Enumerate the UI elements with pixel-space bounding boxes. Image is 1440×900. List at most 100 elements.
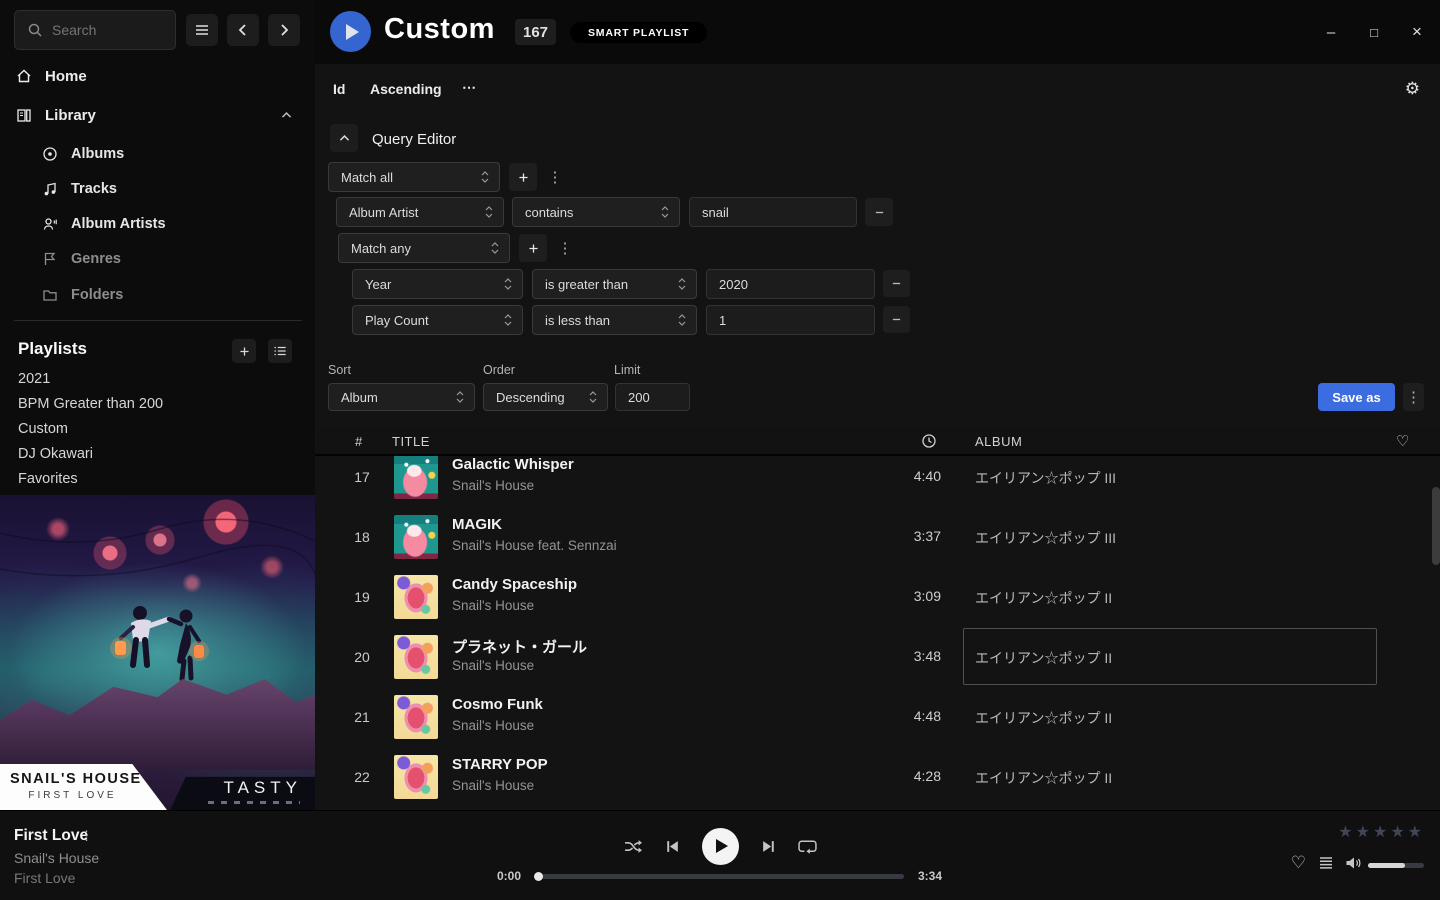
now-playing-menu-button[interactable]: ⋮ bbox=[80, 828, 93, 844]
seek-handle[interactable] bbox=[534, 872, 543, 881]
sort-direction-button[interactable]: Ascending bbox=[370, 81, 442, 97]
track-album[interactable]: エイリアン☆ポップ III bbox=[975, 468, 1116, 488]
track-artist[interactable]: Snail's House bbox=[452, 778, 534, 793]
star-icon[interactable]: ★ bbox=[1356, 824, 1373, 841]
duration-clock-icon[interactable] bbox=[921, 433, 937, 449]
favorite-heart-icon[interactable]: ♡ bbox=[1396, 432, 1410, 450]
group-rule1-field-select[interactable]: Year bbox=[352, 269, 523, 299]
now-playing-album[interactable]: First Love bbox=[14, 870, 75, 886]
rule-group-menu-button[interactable]: ⋮ bbox=[547, 163, 563, 191]
track-artist[interactable]: Snail's House bbox=[452, 718, 534, 733]
now-playing-cover-art[interactable]: SNAIL'S HOUSE FIRST LOVE TASTY bbox=[0, 495, 315, 810]
limit-input[interactable] bbox=[615, 383, 690, 411]
table-row[interactable]: 17 Galactic Whisper Snail's House 4:40 エ… bbox=[315, 456, 1440, 507]
order-select[interactable]: Descending bbox=[483, 383, 608, 411]
column-index[interactable]: # bbox=[355, 434, 363, 449]
more-options-button[interactable]: ⋯ bbox=[462, 79, 476, 96]
scrollbar-thumb[interactable] bbox=[1432, 487, 1440, 565]
volume-slider[interactable] bbox=[1368, 863, 1424, 868]
playlist-item[interactable]: Favorites bbox=[18, 471, 298, 493]
group-add-rule-button[interactable] bbox=[519, 234, 547, 262]
column-album[interactable]: ALBUM bbox=[975, 434, 1022, 449]
track-artist[interactable]: Snail's House feat. Sennzai bbox=[452, 538, 617, 553]
search-input[interactable] bbox=[52, 22, 163, 38]
playlist-list-button[interactable] bbox=[268, 339, 292, 363]
sort-field-button[interactable]: Id bbox=[333, 81, 345, 97]
sidebar-item-tracks[interactable]: Tracks bbox=[0, 174, 315, 204]
close-button[interactable]: × bbox=[1406, 21, 1428, 43]
track-album[interactable]: エイリアン☆ポップ II bbox=[975, 648, 1112, 668]
play-pause-button[interactable] bbox=[702, 828, 739, 865]
add-playlist-button[interactable] bbox=[232, 339, 256, 363]
track-album[interactable]: エイリアン☆ポップ III bbox=[975, 528, 1116, 548]
now-playing-title[interactable]: First Love bbox=[14, 827, 88, 845]
rule1-value-input[interactable] bbox=[689, 197, 857, 227]
chevron-up-icon[interactable] bbox=[280, 109, 293, 122]
gear-icon[interactable]: ⚙ bbox=[1405, 79, 1420, 99]
star-icon[interactable]: ★ bbox=[1408, 824, 1425, 841]
volume-mute-button[interactable] bbox=[1345, 856, 1363, 875]
group-rule1-remove-button[interactable] bbox=[883, 270, 910, 297]
rule1-remove-button[interactable] bbox=[865, 198, 893, 226]
group-rule2-remove-button[interactable] bbox=[883, 306, 910, 333]
minimize-button[interactable]: – bbox=[1320, 21, 1342, 43]
table-row[interactable]: 19 Candy Spaceship Snail's House 3:09 エイ… bbox=[315, 567, 1440, 627]
track-album[interactable]: エイリアン☆ポップ II bbox=[975, 768, 1112, 788]
table-row[interactable]: 21 Cosmo Funk Snail's House 4:48 エイリアン☆ポ… bbox=[315, 687, 1440, 747]
playlist-item[interactable]: Custom bbox=[18, 421, 298, 443]
back-button[interactable] bbox=[227, 14, 259, 46]
star-icon[interactable]: ★ bbox=[1373, 824, 1390, 841]
track-artist[interactable]: Snail's House bbox=[452, 478, 534, 493]
track-artist[interactable]: Snail's House bbox=[452, 598, 534, 613]
sidebar-item-home[interactable]: Home bbox=[0, 61, 315, 91]
maximize-button[interactable]: □ bbox=[1363, 21, 1385, 43]
menu-button[interactable] bbox=[186, 14, 218, 46]
search-box[interactable] bbox=[14, 10, 176, 50]
track-album[interactable]: エイリアン☆ポップ II bbox=[975, 708, 1112, 728]
play-playlist-button[interactable] bbox=[330, 11, 371, 52]
star-icon[interactable]: ★ bbox=[1338, 824, 1355, 841]
group-combinator-select[interactable]: Match any bbox=[338, 233, 510, 263]
group-rule2-field-select[interactable]: Play Count bbox=[352, 305, 523, 335]
playlist-item[interactable]: BPM Greater than 200 bbox=[18, 396, 298, 418]
playlist-item[interactable]: 2021 bbox=[18, 371, 298, 393]
group-rule1-value-input[interactable] bbox=[706, 269, 875, 299]
favorite-button[interactable]: ♡ bbox=[1291, 853, 1306, 873]
table-row[interactable]: 20 プラネット・ガール Snail's House 3:48 エイリアン☆ポッ… bbox=[315, 627, 1440, 687]
seek-bar[interactable] bbox=[536, 874, 904, 879]
table-row[interactable]: 18 MAGIK Snail's House feat. Sennzai 3:3… bbox=[315, 507, 1440, 567]
rating-stars[interactable]: ★★★★★ bbox=[1338, 822, 1425, 842]
group-rule2-operator-select[interactable]: is less than bbox=[532, 305, 697, 335]
now-playing-artist[interactable]: Snail's House bbox=[14, 850, 99, 866]
table-row[interactable]: 22 STARRY POP Snail's House 4:28 エイリアン☆ポ… bbox=[315, 747, 1440, 807]
sidebar-item-album-artists[interactable]: Album Artists bbox=[0, 209, 315, 239]
column-title[interactable]: TITLE bbox=[392, 434, 430, 449]
root-combinator-select[interactable]: Match all bbox=[328, 162, 500, 192]
add-rule-button[interactable] bbox=[509, 163, 537, 191]
sidebar-item-folders[interactable]: Folders bbox=[0, 280, 315, 310]
forward-button[interactable] bbox=[268, 14, 300, 46]
track-duration: 3:09 bbox=[881, 588, 941, 604]
group-menu-button[interactable]: ⋮ bbox=[557, 234, 573, 262]
queue-button[interactable] bbox=[1318, 856, 1334, 875]
star-icon[interactable]: ★ bbox=[1390, 824, 1407, 841]
previous-button[interactable] bbox=[665, 839, 680, 854]
query-editor-collapse-button[interactable] bbox=[330, 124, 358, 152]
rule1-operator-select[interactable]: contains bbox=[512, 197, 680, 227]
next-button[interactable] bbox=[761, 839, 776, 854]
shuffle-button[interactable] bbox=[624, 839, 643, 854]
track-album[interactable]: エイリアン☆ポップ II bbox=[975, 588, 1112, 608]
sidebar-item-genres[interactable]: Genres bbox=[0, 244, 315, 274]
sidebar-item-albums[interactable]: Albums bbox=[0, 139, 315, 169]
rule1-field-select[interactable]: Album Artist bbox=[336, 197, 504, 227]
group-rule1-operator-select[interactable]: is greater than bbox=[532, 269, 697, 299]
save-as-button[interactable]: Save as bbox=[1318, 383, 1395, 411]
library-icon bbox=[16, 107, 32, 123]
sort-select[interactable]: Album bbox=[328, 383, 475, 411]
track-artist[interactable]: Snail's House bbox=[452, 658, 534, 673]
playlist-item[interactable]: DJ Okawari bbox=[18, 446, 298, 468]
sidebar-item-library[interactable]: Library bbox=[0, 100, 315, 130]
group-rule2-value-input[interactable] bbox=[706, 305, 875, 335]
save-menu-button[interactable]: ⋮ bbox=[1403, 383, 1424, 411]
repeat-button[interactable] bbox=[798, 839, 817, 854]
